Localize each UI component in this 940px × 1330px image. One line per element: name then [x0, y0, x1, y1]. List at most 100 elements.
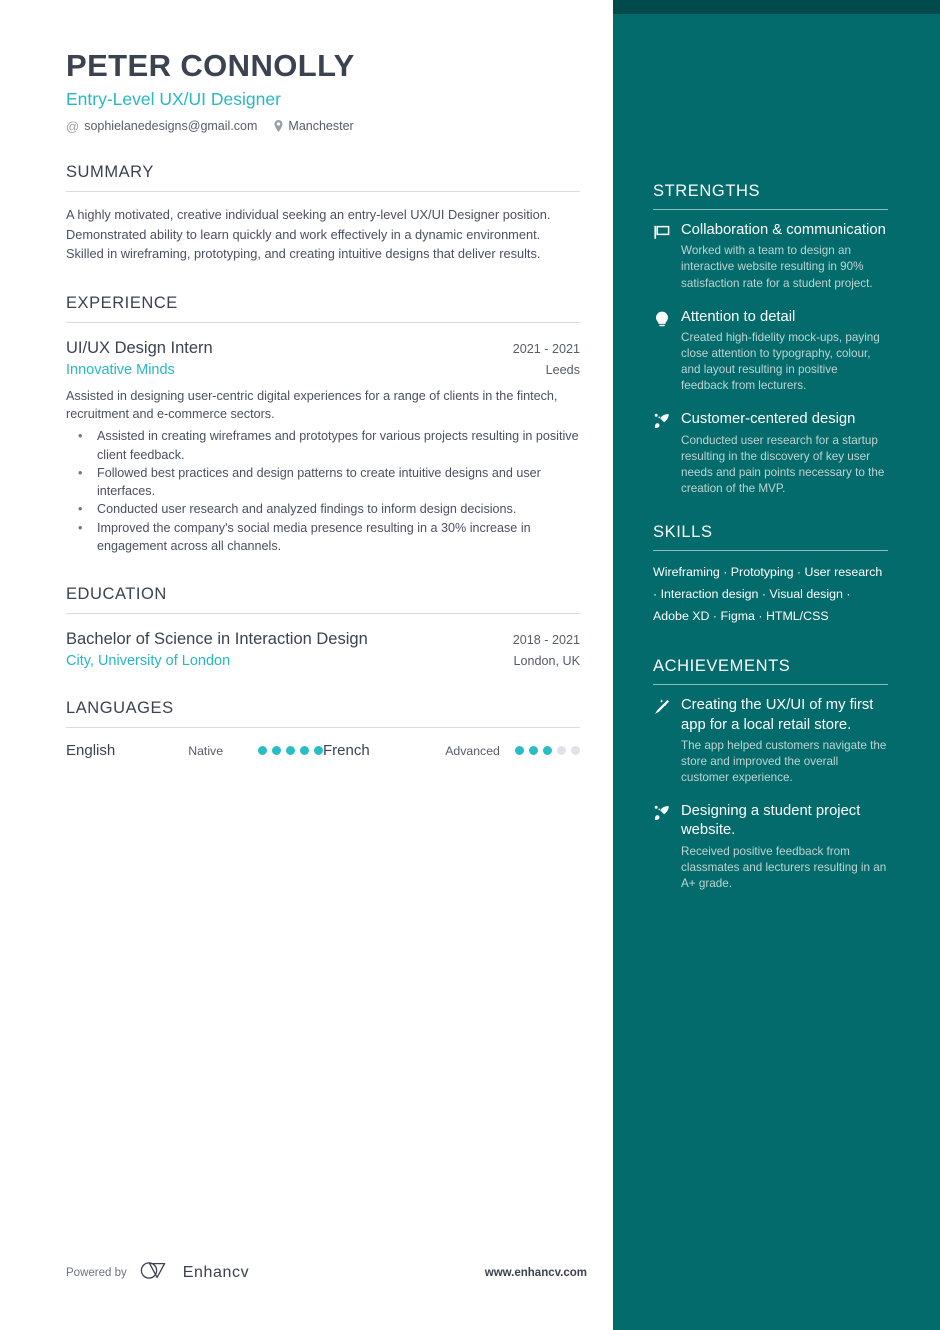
enhancv-wordmark: Enhancv — [182, 1264, 250, 1281]
language-level-dot — [286, 746, 295, 756]
education-entry-sub: City, University of London London, UK — [66, 653, 580, 669]
page-title: PETER CONNOLLY — [66, 48, 355, 83]
strengths-divider — [653, 209, 888, 210]
contact-email: @ sophielanedesigns@gmail.com — [66, 119, 257, 133]
experience-divider — [66, 321, 580, 323]
strength-body: Attention to detail Created high-fidelity… — [681, 308, 888, 395]
skill-separator: · — [793, 565, 805, 580]
skill-separator: · — [758, 586, 770, 601]
experience-role: UI/UX Design Intern — [66, 338, 213, 357]
skill-tag: Visual design — [769, 586, 843, 601]
at-icon: @ — [66, 118, 80, 134]
language-level-dots — [515, 746, 580, 756]
resume-page: STRENGTHS Collaboration & communication W… — [0, 0, 940, 1330]
enhancv-logo-icon — [140, 1262, 174, 1284]
strength-description: Worked with a team to design an interact… — [681, 244, 873, 290]
achievements-title: ACHIEVEMENTS — [653, 657, 791, 676]
footer: Powered by Enhancv www.enhancv.com — [66, 1262, 587, 1284]
education-date: 2018 - 2021 — [512, 633, 580, 647]
header: PETER CONNOLLY Entry-Level UX/UI Designe… — [66, 48, 580, 133]
language-level-dot — [571, 746, 580, 756]
summary-title: SUMMARY — [66, 163, 154, 182]
skill-separator: · — [709, 608, 721, 623]
achievement-title: Designing a student project website. — [681, 803, 861, 839]
language-level-dots — [258, 746, 323, 756]
language-level-dot — [557, 746, 566, 756]
language-item: French Advanced — [323, 742, 580, 759]
strength-title: Customer-centered design — [681, 411, 856, 428]
bullet-icon: • — [78, 520, 83, 535]
bullet-text: Followed best practices and design patte… — [97, 465, 541, 498]
experience-description: Assisted in designing user-centric digit… — [66, 388, 558, 421]
experience-location: Leeds — [545, 362, 580, 377]
location-value: Manchester — [288, 119, 354, 134]
skill-separator: · — [653, 586, 661, 601]
bullet-icon: • — [78, 465, 83, 480]
skill-tag: Adobe XD — [653, 608, 710, 623]
education-school: City, University of London — [66, 653, 231, 670]
strength-title: Collaboration & communication — [681, 222, 886, 238]
language-name: French — [323, 742, 370, 760]
language-level-dot — [543, 746, 552, 756]
rocket-icon — [653, 410, 671, 430]
bullet-text: Conducted user research and analyzed fin… — [97, 502, 517, 517]
skills-title: SKILLS — [653, 523, 713, 542]
lightbulb-icon — [653, 308, 671, 328]
skill-tag: Prototyping — [730, 565, 794, 580]
strength-body: Customer-centered design Conducted user r… — [681, 410, 888, 497]
language-proficiency: Advanced — [445, 743, 500, 758]
language-level-dot — [515, 746, 524, 756]
strengths-list: Collaboration & communication Worked with… — [653, 221, 888, 497]
language-proficiency: Native — [188, 743, 224, 758]
strength-description: Created high-fidelity mock-ups, paying c… — [681, 330, 880, 393]
education-title: EDUCATION — [66, 585, 167, 603]
skill-tag: User research — [804, 565, 883, 580]
language-level-dot — [529, 746, 538, 756]
job-title: Entry-Level UX/UI Designer — [66, 88, 281, 109]
contact-location: Manchester — [274, 119, 354, 134]
magic-wand-icon — [653, 696, 671, 716]
languages-list: English Native French Advanced — [66, 742, 580, 759]
bullet-icon: • — [78, 429, 83, 444]
sidebar-content: STRENGTHS Collaboration & communication W… — [613, 0, 940, 918]
education-entry-head: Bachelor of Science in Interaction Desig… — [66, 629, 580, 650]
experience-entry-head: UI/UX Design Intern 2021 - 2021 — [66, 338, 580, 359]
education-list: Bachelor of Science in Interaction Desig… — [66, 629, 580, 669]
achievement-description: Received positive feedback from classmat… — [681, 844, 887, 890]
rocket-icon — [653, 802, 671, 822]
skill-tag: HTML/CSS — [765, 608, 829, 623]
footer-brand-group: Powered by Enhancv — [66, 1262, 249, 1284]
strength-item: Customer-centered design Conducted user r… — [653, 410, 888, 497]
experience-bullet: • Followed best practices and design patt… — [66, 464, 580, 501]
achievement-body: Designing a student project website. Rece… — [681, 802, 888, 892]
education-divider — [66, 613, 580, 614]
achievements-list: Creating the UX/UI of my first app for a… — [653, 696, 888, 892]
experience-bullets: • Assisted in creating wireframes and pro… — [66, 427, 580, 555]
skill-separator: · — [719, 565, 731, 580]
strengths-title: STRENGTHS — [653, 182, 761, 200]
flag-icon — [653, 221, 671, 241]
skill-separator: · — [754, 608, 766, 623]
footer-url: www.enhancv.com — [484, 1267, 587, 1279]
achievement-title: Creating the UX/UI of my first app for a… — [681, 697, 874, 733]
experience-list: UI/UX Design Intern 2021 - 2021 Innovative… — [66, 338, 580, 555]
bullet-text: Assisted in creating wireframes and prot… — [97, 429, 579, 462]
strengths-section: STRENGTHS Collaboration & communication W… — [653, 182, 888, 497]
language-level-dot — [258, 746, 267, 756]
strength-description: Conducted user research for a startup re… — [681, 433, 885, 496]
map-pin-icon — [274, 120, 283, 133]
achievement-item: Designing a student project website. Rece… — [653, 802, 888, 892]
achievements-section: ACHIEVEMENTS Creating the UX/UI of my fi… — [653, 657, 888, 892]
sidebar: STRENGTHS Collaboration & communication W… — [613, 0, 940, 1330]
skills-section: SKILLS Wireframing · Prototyping · User … — [653, 523, 888, 627]
skill-separator: · — [842, 586, 851, 601]
achievement-description: The app helped customers navigate the st… — [681, 738, 887, 785]
experience-title: EXPERIENCE — [66, 293, 178, 312]
achievements-divider — [653, 684, 888, 686]
strength-item: Collaboration & communication Worked with… — [653, 221, 888, 292]
education-entry: Bachelor of Science in Interaction Desig… — [66, 629, 580, 669]
experience-bullet: • Conducted user research and analyzed fi… — [66, 500, 580, 518]
contact-row: @ sophielanedesigns@gmail.com Manchester — [66, 119, 580, 133]
experience-company: Innovative Minds — [66, 361, 175, 378]
main-column: PETER CONNOLLY Entry-Level UX/UI Designe… — [0, 0, 613, 1330]
